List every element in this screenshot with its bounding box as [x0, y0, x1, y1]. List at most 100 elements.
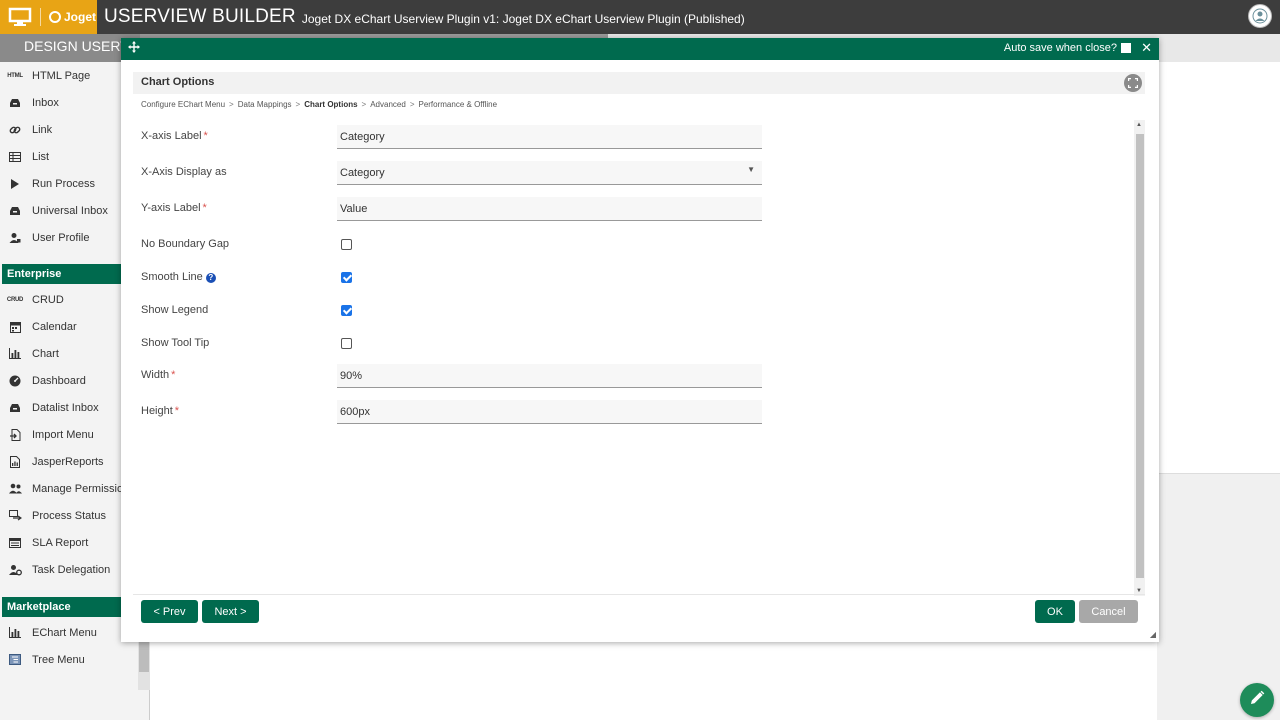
- move-icon[interactable]: [128, 41, 140, 56]
- sidebar-item-html-page[interactable]: HTML HTML Page: [4, 62, 138, 89]
- autosave-label: Auto save when close?: [1003, 42, 1117, 54]
- inbox-icon: [6, 96, 24, 110]
- required-mark: *: [202, 202, 207, 214]
- scroll-up-icon[interactable]: ▲: [1136, 122, 1142, 128]
- sidebar-header-marketplace: Marketplace: [2, 597, 138, 617]
- breadcrumb-step-data-mappings[interactable]: Data Mappings: [238, 100, 292, 109]
- y-axis-label-input[interactable]: Value: [337, 197, 762, 221]
- inbox-icon: [6, 401, 24, 415]
- sidebar-item-user-profile[interactable]: User Profile: [4, 224, 138, 251]
- sidebar-item-universal-inbox[interactable]: Universal Inbox: [4, 197, 138, 224]
- sidebar-scrollbar-thumb[interactable]: [139, 642, 149, 672]
- field-smooth-line: Smooth Line?: [141, 266, 781, 290]
- required-mark: *: [174, 405, 180, 417]
- sidebar-item-import-menu[interactable]: Import Menu: [4, 421, 138, 448]
- field-label-text: Height: [141, 405, 173, 417]
- ok-button[interactable]: OK: [1035, 600, 1075, 623]
- sidebar-item-calendar[interactable]: Calendar: [4, 313, 138, 340]
- breadcrumb-step-configure[interactable]: Configure EChart Menu: [141, 100, 225, 109]
- properties-dialog: Auto save when close? ✕ Chart Options Co…: [121, 38, 1159, 642]
- smooth-line-checkbox[interactable]: [341, 272, 352, 283]
- sidebar-item-inbox[interactable]: Inbox: [4, 89, 138, 116]
- form-area: X-axis Label * Category X-Axis Display as…: [133, 120, 1145, 596]
- field-label: Height *: [141, 405, 179, 417]
- x-axis-display-select[interactable]: Category ▼: [337, 161, 762, 185]
- show-tool-tip-checkbox[interactable]: [341, 338, 352, 349]
- form-scrollbar-thumb[interactable]: [1136, 134, 1144, 578]
- resize-handle-icon[interactable]: ◢: [1150, 630, 1156, 639]
- sidebar-item-chart[interactable]: Chart: [4, 340, 138, 367]
- sidebar-item-tree-menu[interactable]: Tree Menu: [4, 646, 138, 673]
- sidebar-item-manage-permission[interactable]: Manage Permission: [4, 475, 138, 502]
- sidebar-item-jasperreports[interactable]: JasperReports: [4, 448, 138, 475]
- breadcrumb-step-chart-options[interactable]: Chart Options: [304, 100, 357, 109]
- field-x-axis-display: X-Axis Display as Category ▼: [141, 161, 781, 185]
- users-icon: [6, 482, 24, 496]
- field-label-text: Y-axis Label: [141, 202, 201, 214]
- breadcrumb-step-advanced[interactable]: Advanced: [370, 100, 406, 109]
- sidebar-item-crud[interactable]: CRUD CRUD: [4, 286, 138, 313]
- logo[interactable]: Joget: [0, 0, 97, 34]
- edit-button[interactable]: [1240, 683, 1274, 717]
- no-boundary-gap-checkbox[interactable]: [341, 239, 352, 250]
- avatar[interactable]: [1248, 4, 1272, 28]
- prev-button[interactable]: < Prev: [141, 600, 198, 623]
- sidebar-item-link[interactable]: Link: [4, 116, 138, 143]
- breadcrumb-separator: >: [229, 100, 234, 109]
- field-label-text: Smooth Line: [141, 271, 203, 283]
- import-icon: [6, 428, 24, 442]
- fullscreen-icon[interactable]: [1124, 74, 1142, 92]
- field-x-axis-label: X-axis Label * Category: [141, 125, 781, 149]
- field-label: X-Axis Display as: [141, 166, 227, 178]
- height-input[interactable]: 600px: [337, 400, 762, 424]
- required-mark: *: [203, 130, 208, 142]
- sidebar-item-datalist-inbox[interactable]: Datalist Inbox: [4, 394, 138, 421]
- cancel-button[interactable]: Cancel: [1079, 600, 1138, 623]
- breadcrumb: Configure EChart Menu > Data Mappings > Char…: [141, 100, 497, 109]
- field-label: No Boundary Gap: [141, 238, 230, 250]
- field-no-boundary-gap: No Boundary Gap: [141, 233, 781, 257]
- sidebar-item-task-delegation[interactable]: Task Delegation: [4, 556, 138, 583]
- form-scrollbar[interactable]: ▲ ▼: [1134, 120, 1145, 596]
- sidebar-item-list[interactable]: List: [4, 143, 138, 170]
- sidebar-item-label: EChart Menu: [32, 626, 97, 639]
- link-icon: [6, 123, 24, 137]
- sidebar-item-run-process[interactable]: Run Process: [4, 170, 138, 197]
- show-legend-checkbox[interactable]: [341, 305, 352, 316]
- sidebar-item-label: Import Menu: [32, 428, 94, 441]
- autosave-checkbox[interactable]: [1121, 43, 1131, 53]
- required-mark: *: [171, 369, 176, 381]
- sidebar-item-dashboard[interactable]: Dashboard: [4, 367, 138, 394]
- user-icon: [6, 231, 24, 245]
- help-icon[interactable]: ?: [205, 273, 216, 283]
- select-value: Category: [340, 166, 385, 179]
- sidebar-item-echart-menu[interactable]: EChart Menu: [4, 619, 138, 646]
- field-show-tool-tip: Show Tool Tip: [141, 332, 781, 356]
- tab-design-userview[interactable]: DESIGN USERVIEW: [0, 34, 140, 62]
- sidebar-item-label: Link: [32, 123, 53, 136]
- section-header: Chart Options: [133, 72, 1145, 94]
- tree-icon: [6, 653, 24, 667]
- dashboard-icon: [6, 374, 24, 388]
- sidebar-item-process-status[interactable]: Process Status: [4, 502, 138, 529]
- breadcrumb-separator: >: [361, 100, 367, 109]
- breadcrumb-step-performance[interactable]: Performance & Offline: [418, 100, 497, 109]
- sidebar-item-label: Calendar: [32, 320, 77, 333]
- user-gear-icon: [6, 563, 24, 577]
- report-icon: [6, 455, 24, 469]
- sidebar-header-enterprise: Enterprise: [2, 264, 138, 284]
- field-label: X-axis Label *: [141, 130, 208, 142]
- sidebar-item-label: HTML Page: [32, 69, 91, 82]
- caret-down-icon: ▼: [747, 165, 755, 174]
- next-button[interactable]: Next >: [202, 600, 259, 623]
- sidebar-item-label: SLA Report: [32, 536, 89, 549]
- width-input[interactable]: 90%: [337, 364, 762, 388]
- sidebar-item-sla-report[interactable]: SLA Report: [4, 529, 138, 556]
- sidebar-item-label: User Profile: [32, 231, 90, 244]
- dialog-header: Auto save when close? ✕: [121, 38, 1159, 60]
- close-icon[interactable]: ✕: [1141, 40, 1152, 56]
- chart-icon: [6, 347, 24, 361]
- x-axis-label-input[interactable]: Category: [337, 125, 762, 149]
- autosave-option[interactable]: Auto save when close?: [1004, 42, 1131, 54]
- field-label: Width *: [141, 369, 175, 381]
